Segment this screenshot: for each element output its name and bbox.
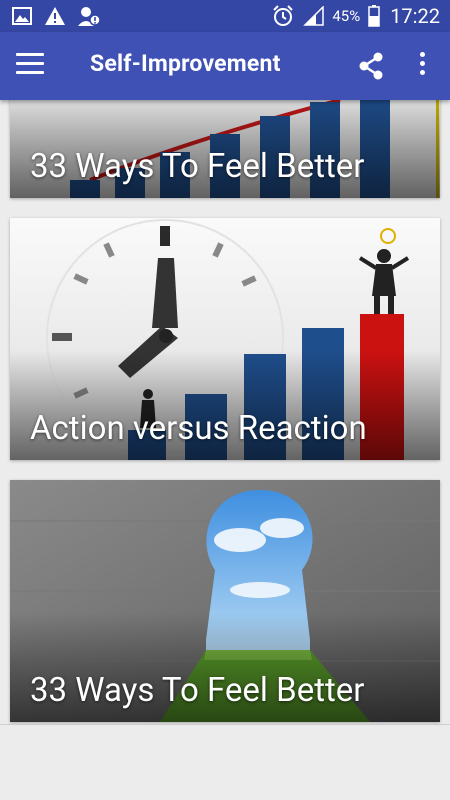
clock: 17:22	[390, 4, 440, 28]
article-title: Action versus Reaction	[30, 409, 367, 448]
more-vert-icon[interactable]	[415, 52, 429, 80]
app-bar: Self-Improvement	[0, 32, 450, 100]
account-alert-icon	[78, 7, 100, 26]
article-card[interactable]: 33 Ways To Feel Better	[10, 100, 440, 198]
menu-button[interactable]	[16, 53, 44, 79]
battery-percent: 45%	[332, 7, 361, 25]
article-card[interactable]: Action versus Reaction	[10, 218, 440, 460]
page-title: Self-Improvement	[90, 50, 281, 77]
article-card[interactable]: 33 Ways To Feel Better	[10, 480, 440, 722]
article-feed: 33 Ways To Feel Better Action versus Rea…	[0, 100, 450, 800]
share-icon[interactable]	[357, 51, 385, 81]
divider	[0, 724, 450, 725]
article-title: 33 Ways To Feel Better	[30, 147, 365, 186]
gallery-icon	[12, 7, 32, 25]
alarm-icon	[273, 5, 294, 26]
status-bar: 45% 17:22	[0, 0, 450, 32]
signal-icon	[303, 6, 325, 26]
article-title: 33 Ways To Feel Better	[30, 671, 365, 710]
warning-icon	[45, 7, 65, 25]
menu-icon	[16, 53, 44, 56]
battery-icon	[368, 5, 380, 27]
